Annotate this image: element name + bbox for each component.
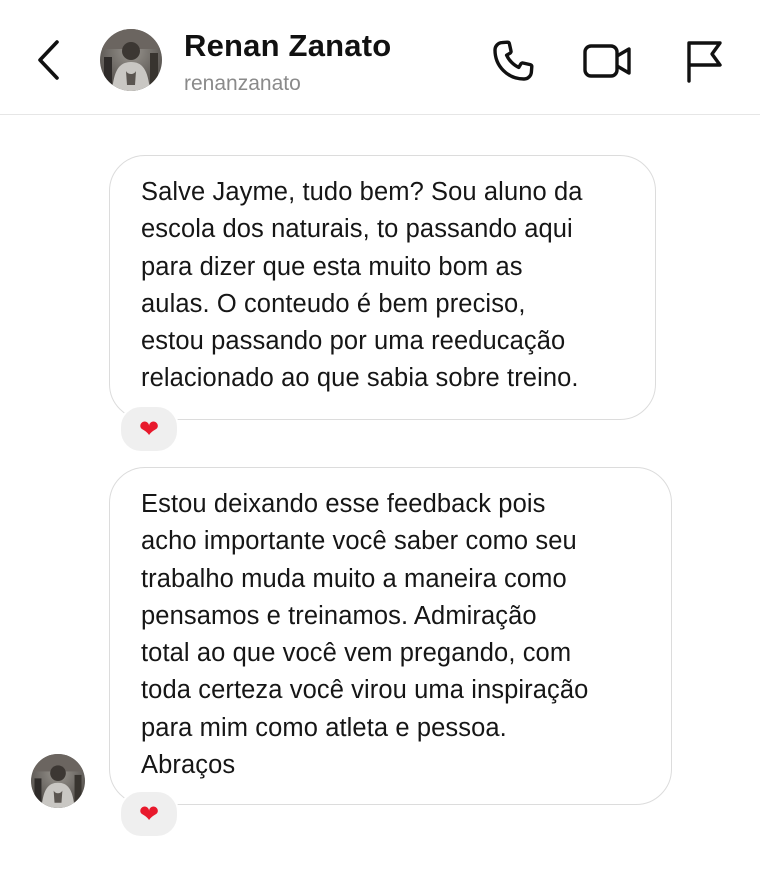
flag-icon (687, 41, 722, 83)
video-call-button[interactable] (582, 36, 634, 86)
message-text: Salve Jayme, tudo bem? Sou aluno da esco… (141, 178, 583, 393)
sender-avatar[interactable] (31, 754, 85, 808)
report-button[interactable] (678, 36, 730, 86)
heart-icon: ❤ (138, 800, 160, 828)
back-button[interactable] (28, 36, 68, 84)
heart-icon: ❤ (138, 415, 160, 443)
contact-avatar[interactable] (100, 29, 162, 91)
message-bubble[interactable]: Salve Jayme, tudo bem? Sou aluno da esco… (109, 155, 656, 420)
phone-icon (493, 40, 534, 81)
message-reaction[interactable]: ❤ (119, 405, 179, 453)
chat-header: Renan Zanato renanzanato (0, 0, 760, 115)
message-reaction[interactable]: ❤ (119, 790, 179, 838)
chevron-left-icon (38, 40, 59, 80)
call-button[interactable] (487, 36, 539, 86)
video-camera-icon (583, 44, 631, 78)
message-bubble[interactable]: Estou deixando esse feedback pois acho i… (109, 467, 672, 805)
contact-username[interactable]: renanzanato (184, 72, 301, 96)
message-text: Estou deixando esse feedback pois acho i… (141, 490, 589, 780)
contact-name[interactable]: Renan Zanato (184, 28, 391, 64)
